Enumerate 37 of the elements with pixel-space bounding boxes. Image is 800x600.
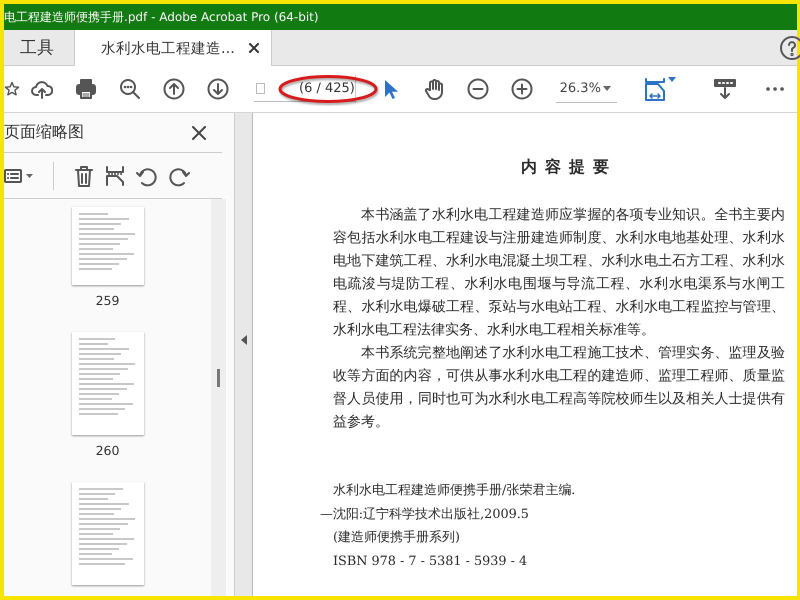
panel-title: 页面缩略图 <box>4 122 84 143</box>
paragraph: 本书系统完整地阐述了水利水电工程施工技术、管理实务、监理及验收等方面的内容，可供从事水利水电工程的建造师、监理工程师、质量监督人员使用，同时也可为水利水电工程高等院校师生以及相关人士提供有益参考。 <box>333 344 785 432</box>
collapse-arrow-icon[interactable] <box>240 334 246 344</box>
close-icon[interactable] <box>248 43 259 53</box>
page-heading: 内容提要 <box>520 157 618 178</box>
page-number: 259 <box>96 293 120 308</box>
close-icon[interactable] <box>192 126 206 140</box>
page-thumbnail[interactable] <box>72 482 144 585</box>
catalog-line: 水利水电工程建造师便携手册/张荣君主编. <box>333 482 576 500</box>
tab[interactable]: 水利水电工程建造... <box>75 30 272 66</box>
cloud-upload-icon[interactable] <box>31 78 53 100</box>
caret-icon[interactable] <box>668 77 676 82</box>
arrow-down-circle-icon[interactable] <box>207 78 229 100</box>
page-thumbnail[interactable] <box>72 332 144 435</box>
help-icon[interactable] <box>779 34 800 60</box>
arrow-up-circle-icon[interactable] <box>163 78 185 100</box>
trash-icon[interactable] <box>74 164 94 186</box>
paragraph: 本书涵盖了水利水电工程建造师应掌握的各项专业知识。全书主要内容包括水利水电工程建设与注册建造师制度、水利水电地基处理、水利水电地下建筑工程、水利水电混凝土坝工程、水利水电土石方工程、水利水电疏浚与堤防工程、水利水电围堰与导流工程、水利水电渠系与水闸工程、水利水电爆破工程、泵站与水电站工程、水利水电工程监控与管理、水利水电工程法律实务、水利水电工程相关标准等。 <box>333 206 785 340</box>
fit-page-icon[interactable] <box>644 77 666 101</box>
catalog-line: ISBN 978 - 7 - 5381 - 5939 - 4 <box>333 552 528 570</box>
page-number: 260 <box>96 443 120 458</box>
window-title: 电工程建造师便携手册.pdf - Adobe Acrobat Pro (64-bit) <box>4 10 319 24</box>
search-icon[interactable] <box>119 78 141 100</box>
list-options-icon[interactable] <box>4 168 22 184</box>
print-icon[interactable] <box>75 78 97 100</box>
page-insert-icon[interactable] <box>104 164 126 186</box>
hand-icon[interactable] <box>422 78 445 100</box>
caret-icon[interactable] <box>26 174 33 178</box>
keypad-down-arrow-icon[interactable] <box>714 78 736 100</box>
zoom-field[interactable]: 26.3% <box>556 76 617 102</box>
caret-icon <box>603 86 611 91</box>
zoom-in-icon[interactable] <box>510 78 533 100</box>
scrollbar[interactable] <box>211 199 226 596</box>
page-thumbnail[interactable] <box>72 207 144 285</box>
catalog-line: —沈阳:辽宁科学技术出版社,2009.5 <box>320 506 529 524</box>
catalog-line: (建造师便携手册系列) <box>333 529 460 547</box>
zoom-out-icon[interactable] <box>466 78 489 100</box>
